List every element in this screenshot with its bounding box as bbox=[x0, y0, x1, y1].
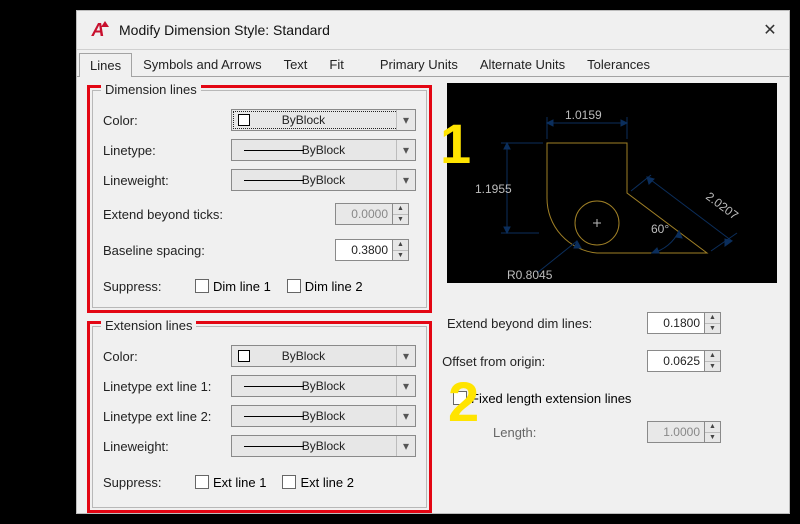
label-baseline-spacing: Baseline spacing: bbox=[103, 243, 335, 258]
line-icon bbox=[244, 386, 304, 387]
label-extend-beyond-dim: Extend beyond dim lines: bbox=[447, 316, 647, 331]
legend-dimension-lines: Dimension lines bbox=[101, 82, 201, 97]
app-icon: A bbox=[87, 19, 109, 41]
input-baseline-spacing[interactable] bbox=[335, 239, 393, 261]
checkbox-label: Ext line 2 bbox=[300, 475, 353, 490]
chevron-down-icon: ▼ bbox=[705, 324, 720, 334]
line-icon bbox=[244, 446, 304, 447]
label-dim-color: Color: bbox=[103, 113, 231, 128]
swatch-icon bbox=[238, 114, 250, 126]
chevron-up-icon: ▲ bbox=[705, 313, 720, 324]
combo-extlinetype1[interactable]: ByBlock ▾ bbox=[231, 375, 416, 397]
label-ext-lineweight: Lineweight: bbox=[103, 439, 231, 454]
spinner-extend-beyond-dim[interactable]: ▲▼ bbox=[705, 312, 721, 334]
label-ext-suppress: Suppress: bbox=[103, 475, 195, 490]
checkbox-extline1[interactable]: Ext line 1 bbox=[195, 475, 266, 490]
preview-dim-diag: 2.0207 bbox=[703, 189, 741, 222]
label-extlinetype1: Linetype ext line 1: bbox=[103, 379, 231, 394]
annotation-marker-2: 2 bbox=[448, 374, 479, 430]
chevron-down-icon: ▼ bbox=[705, 362, 720, 372]
combo-value: ByBlock bbox=[282, 349, 325, 363]
input-extend-ticks[interactable] bbox=[335, 203, 393, 225]
checkbox-dimline2[interactable]: Dim line 2 bbox=[287, 279, 363, 294]
checkbox-label: Dim line 1 bbox=[213, 279, 271, 294]
close-icon[interactable]: ✕ bbox=[751, 11, 789, 49]
spinner-offset-origin[interactable]: ▲▼ bbox=[705, 350, 721, 372]
titlebar: A Modify Dimension Style: Standard ✕ bbox=[77, 11, 789, 50]
annotation-marker-1: 1 bbox=[440, 116, 471, 172]
chevron-down-icon: ▾ bbox=[396, 170, 415, 190]
checkbox-fixed-length[interactable]: Fixed length extension lines bbox=[453, 391, 631, 406]
tab-fit[interactable]: Fit bbox=[318, 52, 368, 76]
chevron-up-icon: ▲ bbox=[705, 422, 720, 433]
dialog-window: A Modify Dimension Style: Standard ✕ Lin… bbox=[76, 10, 790, 514]
combo-value: ByBlock bbox=[302, 439, 345, 453]
combo-extlinetype2[interactable]: ByBlock ▾ bbox=[231, 405, 416, 427]
checkbox-extline2[interactable]: Ext line 2 bbox=[282, 475, 353, 490]
tab-text[interactable]: Text bbox=[273, 52, 319, 76]
chevron-down-icon: ▾ bbox=[396, 140, 415, 160]
combo-value: ByBlock bbox=[282, 113, 325, 127]
label-dim-linetype: Linetype: bbox=[103, 143, 231, 158]
combo-dim-color[interactable]: ByBlock ▾ bbox=[231, 109, 416, 131]
label-dim-suppress: Suppress: bbox=[103, 279, 195, 294]
tab-symbols[interactable]: Symbols and Arrows bbox=[132, 52, 273, 76]
chevron-down-icon: ▼ bbox=[705, 433, 720, 443]
line-icon bbox=[244, 180, 304, 181]
label-ext-color: Color: bbox=[103, 349, 231, 364]
chevron-up-icon: ▲ bbox=[393, 204, 408, 215]
preview-dim-angle: 60° bbox=[651, 222, 669, 236]
chevron-down-icon: ▼ bbox=[393, 251, 408, 261]
combo-value: ByBlock bbox=[302, 409, 345, 423]
preview-pane: 1.0159 1.1955 2.0207 60° R0.8045 bbox=[447, 83, 777, 283]
label-extlinetype2: Linetype ext line 2: bbox=[103, 409, 231, 424]
combo-ext-color[interactable]: ByBlock ▾ bbox=[231, 345, 416, 367]
tab-primary[interactable]: Primary Units bbox=[369, 52, 469, 76]
preview-dim-left: 1.1955 bbox=[475, 182, 512, 196]
window-title: Modify Dimension Style: Standard bbox=[119, 22, 751, 38]
chevron-down-icon: ▼ bbox=[393, 215, 408, 225]
chevron-down-icon: ▾ bbox=[396, 110, 415, 130]
preview-dim-top: 1.0159 bbox=[565, 108, 602, 122]
combo-value: ByBlock bbox=[302, 173, 345, 187]
label-extend-ticks: Extend beyond ticks: bbox=[103, 207, 335, 222]
input-offset-origin[interactable] bbox=[647, 350, 705, 372]
line-icon bbox=[244, 416, 304, 417]
input-extend-beyond-dim[interactable] bbox=[647, 312, 705, 334]
combo-ext-lineweight[interactable]: ByBlock ▾ bbox=[231, 435, 416, 457]
combo-dim-linetype[interactable]: ByBlock ▾ bbox=[231, 139, 416, 161]
group-extension-lines: Extension lines Color: ByBlock ▾ Linetyp… bbox=[92, 326, 427, 508]
spinner-extend-ticks[interactable]: ▲▼ bbox=[393, 203, 409, 225]
label-offset-origin: OffOffset from origin: bbox=[447, 354, 647, 369]
preview-dim-radius: R0.8045 bbox=[507, 268, 553, 282]
tab-bar: Lines Symbols and Arrows Text Fit Primar… bbox=[77, 50, 789, 77]
tab-alternate[interactable]: Alternate Units bbox=[469, 52, 576, 76]
tab-tolerances[interactable]: Tolerances bbox=[576, 52, 661, 76]
chevron-down-icon: ▾ bbox=[396, 436, 415, 456]
checkbox-label: Fixed length extension lines bbox=[471, 391, 631, 406]
tab-lines[interactable]: Lines bbox=[79, 53, 132, 77]
chevron-down-icon: ▾ bbox=[396, 346, 415, 366]
combo-value: ByBlock bbox=[302, 379, 345, 393]
right-options: Extend beyond dim lines: ▲▼ OffOffset fr… bbox=[447, 305, 787, 449]
chevron-down-icon: ▾ bbox=[396, 376, 415, 396]
chevron-up-icon: ▲ bbox=[705, 351, 720, 362]
input-length[interactable] bbox=[647, 421, 705, 443]
checkbox-dimline1[interactable]: Dim line 1 bbox=[195, 279, 271, 294]
chevron-up-icon: ▲ bbox=[393, 240, 408, 251]
legend-extension-lines: Extension lines bbox=[101, 318, 196, 333]
spinner-baseline-spacing[interactable]: ▲▼ bbox=[393, 239, 409, 261]
chevron-down-icon: ▾ bbox=[396, 406, 415, 426]
spinner-length[interactable]: ▲▼ bbox=[705, 421, 721, 443]
checkbox-label: Dim line 2 bbox=[305, 279, 363, 294]
highlight-box-2: Extension lines Color: ByBlock ▾ Linetyp… bbox=[87, 321, 432, 513]
highlight-box-1: Dimension lines Color: ByBlock ▾ Linetyp… bbox=[87, 85, 432, 313]
checkbox-label: Ext line 1 bbox=[213, 475, 266, 490]
label-dim-lineweight: Lineweight: bbox=[103, 173, 231, 188]
combo-value: ByBlock bbox=[302, 143, 345, 157]
line-icon bbox=[244, 150, 304, 151]
group-dimension-lines: Dimension lines Color: ByBlock ▾ Linetyp… bbox=[92, 90, 427, 308]
swatch-icon bbox=[238, 350, 250, 362]
combo-dim-lineweight[interactable]: ByBlock ▾ bbox=[231, 169, 416, 191]
